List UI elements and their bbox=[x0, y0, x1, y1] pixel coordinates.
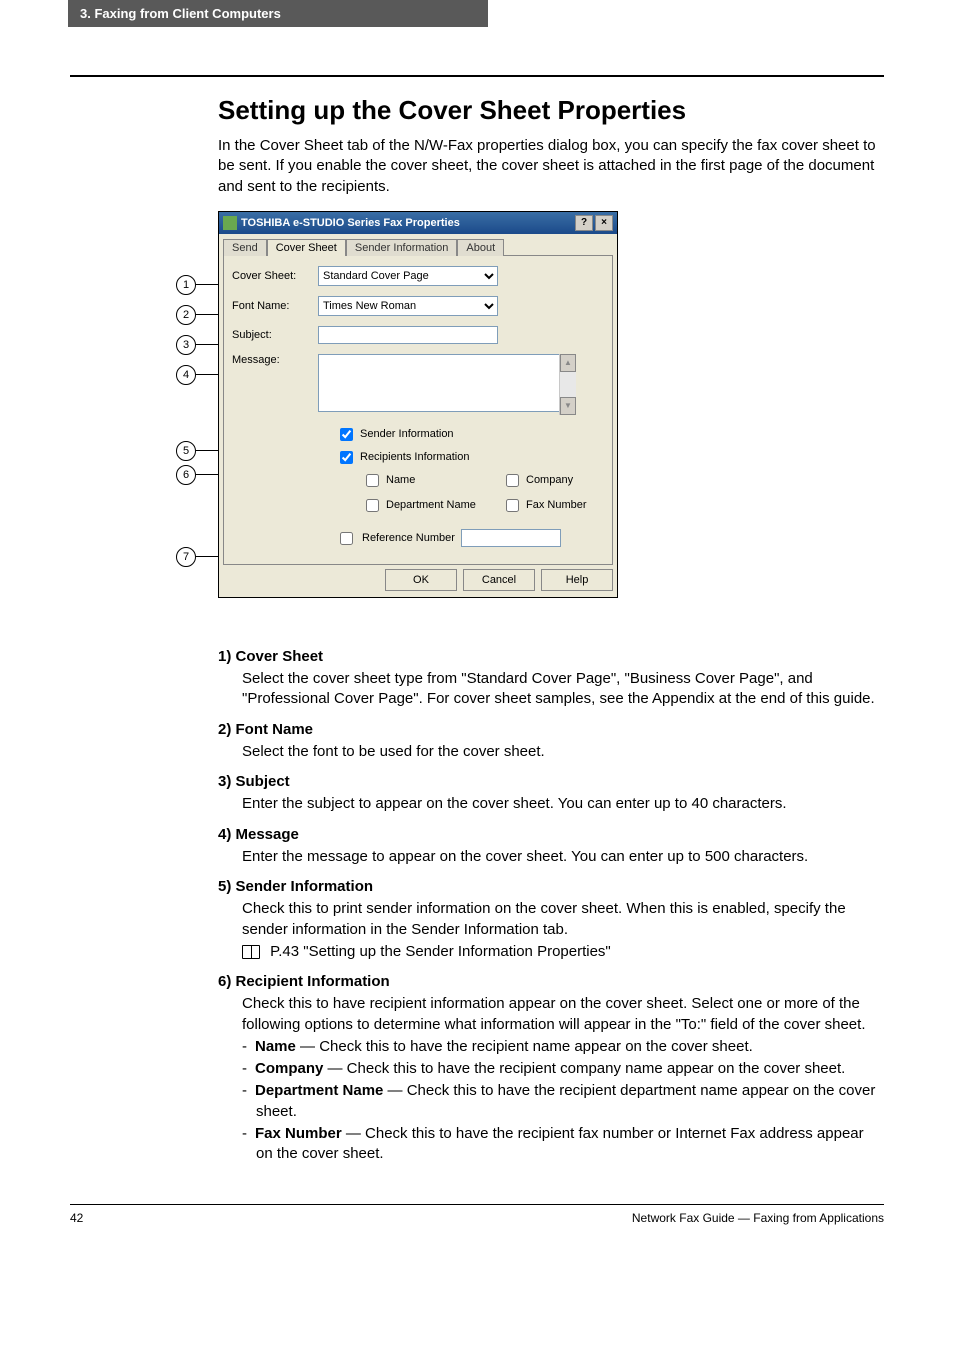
item5-title: 5) Sender Information bbox=[218, 877, 884, 897]
sub-company: Company — Check this to have the recipie… bbox=[242, 1059, 884, 1079]
item5-ref: P.43 "Setting up the Sender Information … bbox=[270, 943, 611, 960]
item2-title: 2) Font Name bbox=[218, 720, 884, 740]
item6-body: Check this to have recipient information… bbox=[242, 994, 884, 1035]
chapter-header: 3. Faxing from Client Computers bbox=[68, 0, 488, 27]
callout-4: 4 bbox=[176, 365, 196, 385]
dept-label: Department Name bbox=[386, 499, 476, 511]
callout-7: 7 bbox=[176, 547, 196, 567]
dialog-titlebar: TOSHIBA e-STUDIO Series Fax Properties ?… bbox=[219, 212, 617, 234]
item1-title: 1) Cover Sheet bbox=[218, 647, 884, 667]
item6-title: 6) Recipient Information bbox=[218, 972, 884, 992]
font-name-select[interactable]: Times New Roman bbox=[318, 296, 498, 316]
intro-paragraph: In the Cover Sheet tab of the N/W-Fax pr… bbox=[218, 136, 884, 197]
help-dialog-button[interactable]: Help bbox=[541, 569, 613, 591]
item3-title: 3) Subject bbox=[218, 772, 884, 792]
app-icon bbox=[223, 216, 237, 230]
cover-sheet-label: Cover Sheet: bbox=[232, 270, 318, 282]
dialog-title: TOSHIBA e-STUDIO Series Fax Properties bbox=[241, 217, 460, 229]
subject-input[interactable] bbox=[318, 326, 498, 344]
close-button[interactable]: × bbox=[595, 215, 613, 231]
name-checkbox[interactable] bbox=[366, 474, 379, 487]
fax-checkbox[interactable] bbox=[506, 499, 519, 512]
fax-label: Fax Number bbox=[526, 499, 587, 511]
scroll-up-icon[interactable]: ▲ bbox=[560, 354, 576, 372]
message-label: Message: bbox=[232, 354, 318, 366]
callout-3: 3 bbox=[176, 335, 196, 355]
tab-body: Cover Sheet: Standard Cover Page Font Na… bbox=[223, 255, 613, 565]
sub-fax: Fax Number — Check this to have the reci… bbox=[242, 1124, 884, 1165]
top-rule bbox=[70, 75, 884, 77]
item4-body: Enter the message to appear on the cover… bbox=[242, 847, 884, 867]
book-icon bbox=[242, 945, 260, 959]
scroll-down-icon[interactable]: ▼ bbox=[560, 397, 576, 415]
reference-number-label: Reference Number bbox=[362, 532, 455, 544]
page-number: 42 bbox=[70, 1211, 83, 1225]
recipients-info-checkbox[interactable] bbox=[340, 451, 353, 464]
scrollbar[interactable]: ▲ ▼ bbox=[559, 354, 576, 415]
reference-number-checkbox[interactable] bbox=[340, 532, 353, 545]
item3-body: Enter the subject to appear on the cover… bbox=[242, 794, 884, 814]
callout-2: 2 bbox=[176, 305, 196, 325]
name-label: Name bbox=[386, 474, 415, 486]
help-button[interactable]: ? bbox=[575, 215, 593, 231]
ok-button[interactable]: OK bbox=[385, 569, 457, 591]
tab-cover-sheet[interactable]: Cover Sheet bbox=[267, 239, 346, 256]
sender-info-label: Sender Information bbox=[360, 428, 454, 440]
item2-body: Select the font to be used for the cover… bbox=[242, 742, 884, 762]
company-label: Company bbox=[526, 474, 573, 486]
cover-sheet-select[interactable]: Standard Cover Page bbox=[318, 266, 498, 286]
callout-1: 1 bbox=[176, 275, 196, 295]
callout-6: 6 bbox=[176, 465, 196, 485]
item5-body: Check this to print sender information o… bbox=[242, 899, 884, 940]
subject-label: Subject: bbox=[232, 329, 318, 341]
cancel-button[interactable]: Cancel bbox=[463, 569, 535, 591]
dialog-screenshot: 1 2 3 4 5 6 7 TOSHIBA e-STUDIO Series Fa… bbox=[218, 211, 884, 623]
tab-sender-information[interactable]: Sender Information bbox=[346, 239, 458, 256]
item4-title: 4) Message bbox=[218, 825, 884, 845]
page-title: Setting up the Cover Sheet Properties bbox=[218, 95, 884, 126]
font-name-label: Font Name: bbox=[232, 300, 318, 312]
recipients-info-label: Recipients Information bbox=[360, 451, 469, 463]
properties-dialog: TOSHIBA e-STUDIO Series Fax Properties ?… bbox=[218, 211, 618, 598]
tab-about[interactable]: About bbox=[457, 239, 504, 256]
company-checkbox[interactable] bbox=[506, 474, 519, 487]
sub-dept: Department Name — Check this to have the… bbox=[242, 1081, 884, 1122]
message-textarea[interactable] bbox=[318, 354, 576, 412]
tab-send[interactable]: Send bbox=[223, 239, 267, 256]
reference-number-input[interactable] bbox=[461, 529, 561, 547]
footer-title: Network Fax Guide — Faxing from Applicat… bbox=[632, 1211, 884, 1225]
sub-name: Name — Check this to have the recipient … bbox=[242, 1037, 884, 1057]
description-list: 1) Cover Sheet Select the cover sheet ty… bbox=[218, 647, 884, 1165]
tab-strip: Send Cover Sheet Sender Information Abou… bbox=[219, 234, 617, 255]
dept-checkbox[interactable] bbox=[366, 499, 379, 512]
item1-body: Select the cover sheet type from "Standa… bbox=[242, 669, 884, 710]
callout-5: 5 bbox=[176, 441, 196, 461]
sender-info-checkbox[interactable] bbox=[340, 428, 353, 441]
